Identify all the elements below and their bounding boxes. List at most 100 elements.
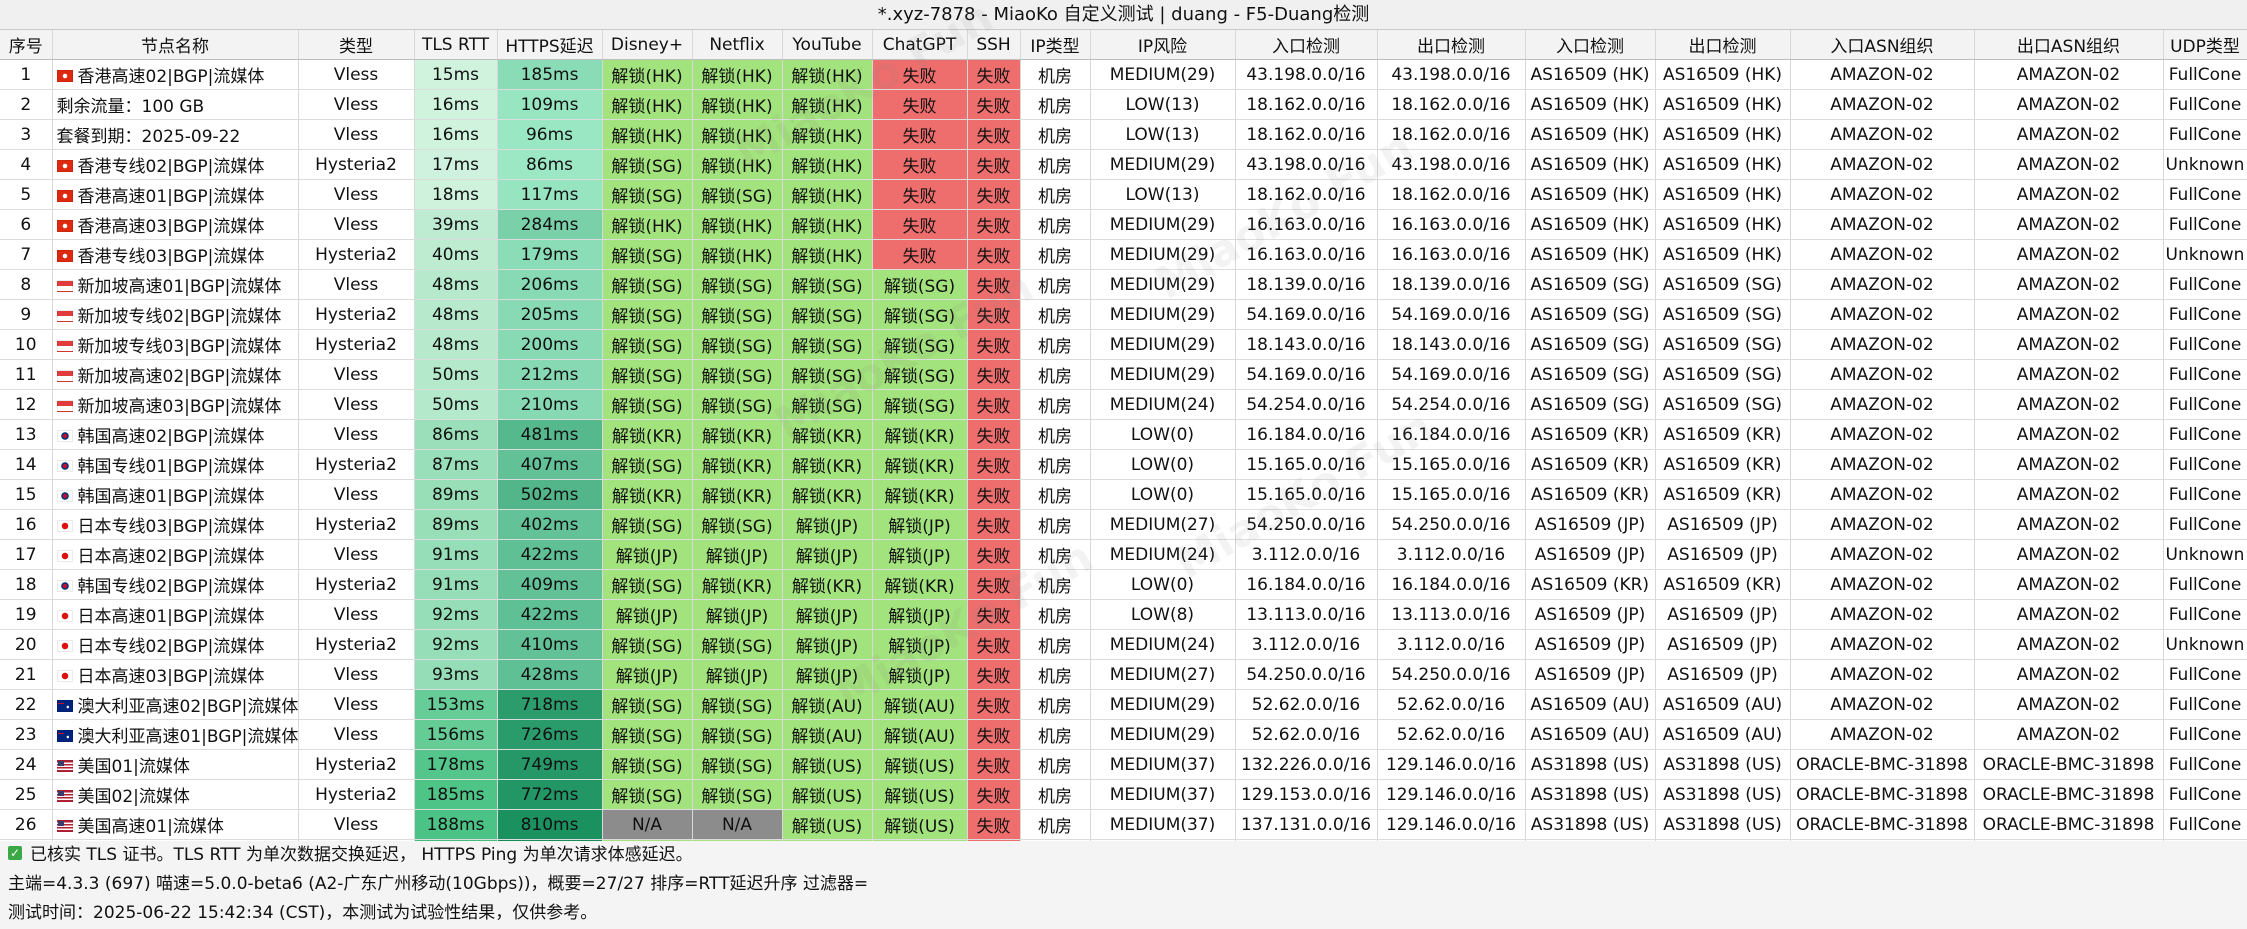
ip-risk: MEDIUM(37) <box>1090 809 1236 840</box>
flag-icon-sg <box>56 340 73 352</box>
column-header[interactable]: YouTube <box>782 30 873 60</box>
table-row[interactable]: 9 新加坡专线02|BGP|流媒体 Hysteria2 48ms 205ms 解锁(SG)… <box>0 299 2247 330</box>
table-row[interactable]: 2 剩余流量：100 GB Vless 16ms 109ms 解锁(HK) 解锁(HK) 解锁… <box>0 89 2247 120</box>
youtube-status: 解锁(HK) <box>782 209 873 240</box>
table-row[interactable]: 17 日本高速02|BGP|流媒体 Vless 91ms 422ms 解锁(JP) 解锁(J… <box>0 539 2247 570</box>
protocol-type-text: Hysteria2 <box>315 514 397 535</box>
table-row[interactable]: 6 香港高速03|BGP|流媒体 Vless 39ms 284ms 解锁(HK) 解锁(HK… <box>0 209 2247 240</box>
column-header[interactable]: IP类型 <box>1020 30 1091 60</box>
protocol-type-text: Hysteria2 <box>315 784 397 805</box>
table-row[interactable]: 19 日本高速01|BGP|流媒体 Vless 92ms 422ms 解锁(JP) 解锁(J… <box>0 599 2247 630</box>
column-header[interactable]: 入口检测 <box>1525 30 1656 60</box>
ssh-status-text: 失败 <box>976 577 1011 597</box>
protocol-type: Vless <box>298 719 415 750</box>
chatgpt-status-text: 解锁(KR) <box>884 577 955 597</box>
ip-risk: LOW(13) <box>1090 89 1236 120</box>
column-header[interactable]: 出口检测 <box>1655 30 1791 60</box>
protocol-type: Hysteria2 <box>298 299 415 330</box>
table-row[interactable]: 12 新加坡高速03|BGP|流媒体 Vless 50ms 210ms 解锁(SG) 解锁(… <box>0 389 2247 420</box>
exit-ip: 52.62.0.0/16 <box>1377 689 1526 720</box>
table-row[interactable]: 4 香港专线02|BGP|流媒体 Hysteria2 17ms 86ms 解锁(SG) 解锁… <box>0 149 2247 180</box>
table-row[interactable]: 21 日本高速03|BGP|流媒体 Vless 93ms 428ms 解锁(JP) 解锁(J… <box>0 659 2247 690</box>
flag-icon-hk <box>56 220 73 232</box>
entry-asn-org-text: AMAZON-02 <box>1830 184 1934 205</box>
column-header[interactable]: 入口ASN组织 <box>1790 30 1975 60</box>
row-index-text: 21 <box>14 664 37 685</box>
chatgpt-status-text: 解锁(KR) <box>884 427 955 447</box>
exit-asn-org-text: AMAZON-02 <box>2016 484 2121 505</box>
youtube-status: 解锁(SG) <box>782 329 873 360</box>
row-index-text: 22 <box>14 694 37 715</box>
column-header[interactable]: IP风险 <box>1090 30 1236 60</box>
chatgpt-status-text: 解锁(US) <box>884 757 955 777</box>
table-row[interactable]: 23 澳大利亚高速01|BGP|流媒体 Vless 156ms 726ms 解锁(SG) 解… <box>0 719 2247 750</box>
column-header[interactable]: Disney+ <box>602 30 693 60</box>
table-row[interactable]: 3 套餐到期：2025-09-22 Vless 16ms 96ms 解锁(HK) 解锁(HK… <box>0 119 2247 150</box>
row-index-text: 13 <box>14 424 37 445</box>
entry-ip-text: 43.198.0.0/16 <box>1246 154 1366 175</box>
entry-ip-text: 3.112.0.0/16 <box>1251 634 1361 655</box>
column-header[interactable]: UDP类型 <box>2163 30 2247 60</box>
column-header[interactable]: 节点名称 <box>52 30 299 60</box>
exit-ip-text: 52.62.0.0/16 <box>1396 724 1506 745</box>
disney-status: 解锁(JP) <box>602 539 693 570</box>
ip-type: 机房 <box>1020 479 1091 510</box>
table-row[interactable]: 5 香港高速01|BGP|流媒体 Vless 18ms 117ms 解锁(SG) 解锁(SG… <box>0 179 2247 210</box>
table-row[interactable]: 1 香港高速02|BGP|流媒体 Vless 15ms 185ms 解锁(HK) 解锁(HK… <box>0 59 2247 90</box>
netflix-status: 解锁(HK) <box>692 119 783 150</box>
entry-asn-text: AS16509 (HK) <box>1530 184 1650 205</box>
exit-ip: 16.184.0.0/16 <box>1377 569 1526 600</box>
table-row[interactable]: 20 日本专线02|BGP|流媒体 Hysteria2 92ms 410ms 解锁(SG)… <box>0 629 2247 660</box>
column-header[interactable]: SSH <box>967 30 1021 60</box>
ip-type-text: 机房 <box>1038 97 1072 117</box>
table-row[interactable]: 14 韩国专线01|BGP|流媒体 Hysteria2 87ms 407ms 解锁(SG)… <box>0 449 2247 480</box>
flag-icon-kr <box>56 490 73 502</box>
table-row[interactable]: 16 日本专线03|BGP|流媒体 Hysteria2 89ms 402ms 解锁(SG)… <box>0 509 2247 540</box>
column-header[interactable]: 序号 <box>0 30 53 60</box>
column-header[interactable]: HTTPS延迟 <box>497 30 603 60</box>
entry-ip-text: 15.165.0.0/16 <box>1246 454 1366 475</box>
ssh-status-text: 失败 <box>976 367 1011 387</box>
table-row[interactable]: 26 美国高速01|流媒体 Vless 188ms 810ms N/A N/A 解锁(US) 解… <box>0 809 2247 840</box>
flag-icon-hk <box>56 70 73 82</box>
table-row[interactable]: 15 韩国高速01|BGP|流媒体 Vless 89ms 502ms 解锁(KR) 解锁(K… <box>0 479 2247 510</box>
ip-type-text: 机房 <box>1038 577 1072 597</box>
node-name-cell: 韩国专线01|BGP|流媒体 <box>52 449 299 480</box>
entry-asn: AS31898 (US) <box>1525 779 1656 810</box>
udp-type-text: FullCone <box>2168 304 2242 325</box>
protocol-type: Vless <box>298 389 415 420</box>
table-row[interactable]: 7 香港专线03|BGP|流媒体 Hysteria2 40ms 179ms 解锁(SG) 解… <box>0 239 2247 270</box>
table-row[interactable]: 18 韩国专线02|BGP|流媒体 Hysteria2 91ms 409ms 解锁(SG)… <box>0 569 2247 600</box>
entry-asn: AS16509 (HK) <box>1525 179 1656 210</box>
netflix-status-text: 解锁(SG) <box>701 757 773 777</box>
protocol-type: Hysteria2 <box>298 569 415 600</box>
exit-asn-org: ORACLE-BMC-31898 <box>1974 779 2164 810</box>
table-row[interactable]: 25 美国02|流媒体 Hysteria2 185ms 772ms 解锁(SG) 解锁(SG… <box>0 779 2247 810</box>
column-header[interactable]: Netflix <box>692 30 783 60</box>
node-name: 韩国高速02|BGP|流媒体 <box>77 427 265 447</box>
table-row[interactable]: 11 新加坡高速02|BGP|流媒体 Vless 50ms 212ms 解锁(SG) 解锁(… <box>0 359 2247 390</box>
table-row[interactable]: 8 新加坡高速01|BGP|流媒体 Vless 48ms 206ms 解锁(SG) 解锁(S… <box>0 269 2247 300</box>
youtube-status-text: 解锁(SG) <box>791 367 863 387</box>
tls-rtt: 50ms <box>414 359 498 390</box>
column-header[interactable]: 出口ASN组织 <box>1974 30 2164 60</box>
exit-ip: 18.162.0.0/16 <box>1377 179 1526 210</box>
table-row[interactable]: 10 新加坡专线03|BGP|流媒体 Hysteria2 48ms 200ms 解锁(SG… <box>0 329 2247 360</box>
column-header[interactable]: TLS RTT <box>414 30 498 60</box>
column-header[interactable]: 出口检测 <box>1377 30 1526 60</box>
table-row[interactable]: 24 美国01|流媒体 Hysteria2 178ms 749ms 解锁(SG) 解锁(SG… <box>0 749 2247 780</box>
column-header[interactable]: ChatGPT <box>872 30 968 60</box>
flag-icon-sg <box>56 310 73 322</box>
column-header[interactable]: 类型 <box>298 30 415 60</box>
row-index-text: 26 <box>14 814 37 835</box>
table-row[interactable]: 22 澳大利亚高速02|BGP|流媒体 Vless 153ms 718ms 解锁(SG) 解… <box>0 689 2247 720</box>
exit-ip: 18.143.0.0/16 <box>1377 329 1526 360</box>
udp-type: FullCone <box>2163 479 2247 510</box>
youtube-status-text: 解锁(HK) <box>791 217 863 237</box>
table-row[interactable]: 13 韩国高速02|BGP|流媒体 Vless 86ms 481ms 解锁(KR) 解锁(K… <box>0 419 2247 450</box>
tls-rtt: 89ms <box>414 479 498 510</box>
protocol-type-text: Vless <box>333 694 379 715</box>
column-header[interactable]: 入口检测 <box>1235 30 1378 60</box>
tls-rtt-text: 15ms <box>431 64 480 85</box>
youtube-status: 解锁(KR) <box>782 449 873 480</box>
